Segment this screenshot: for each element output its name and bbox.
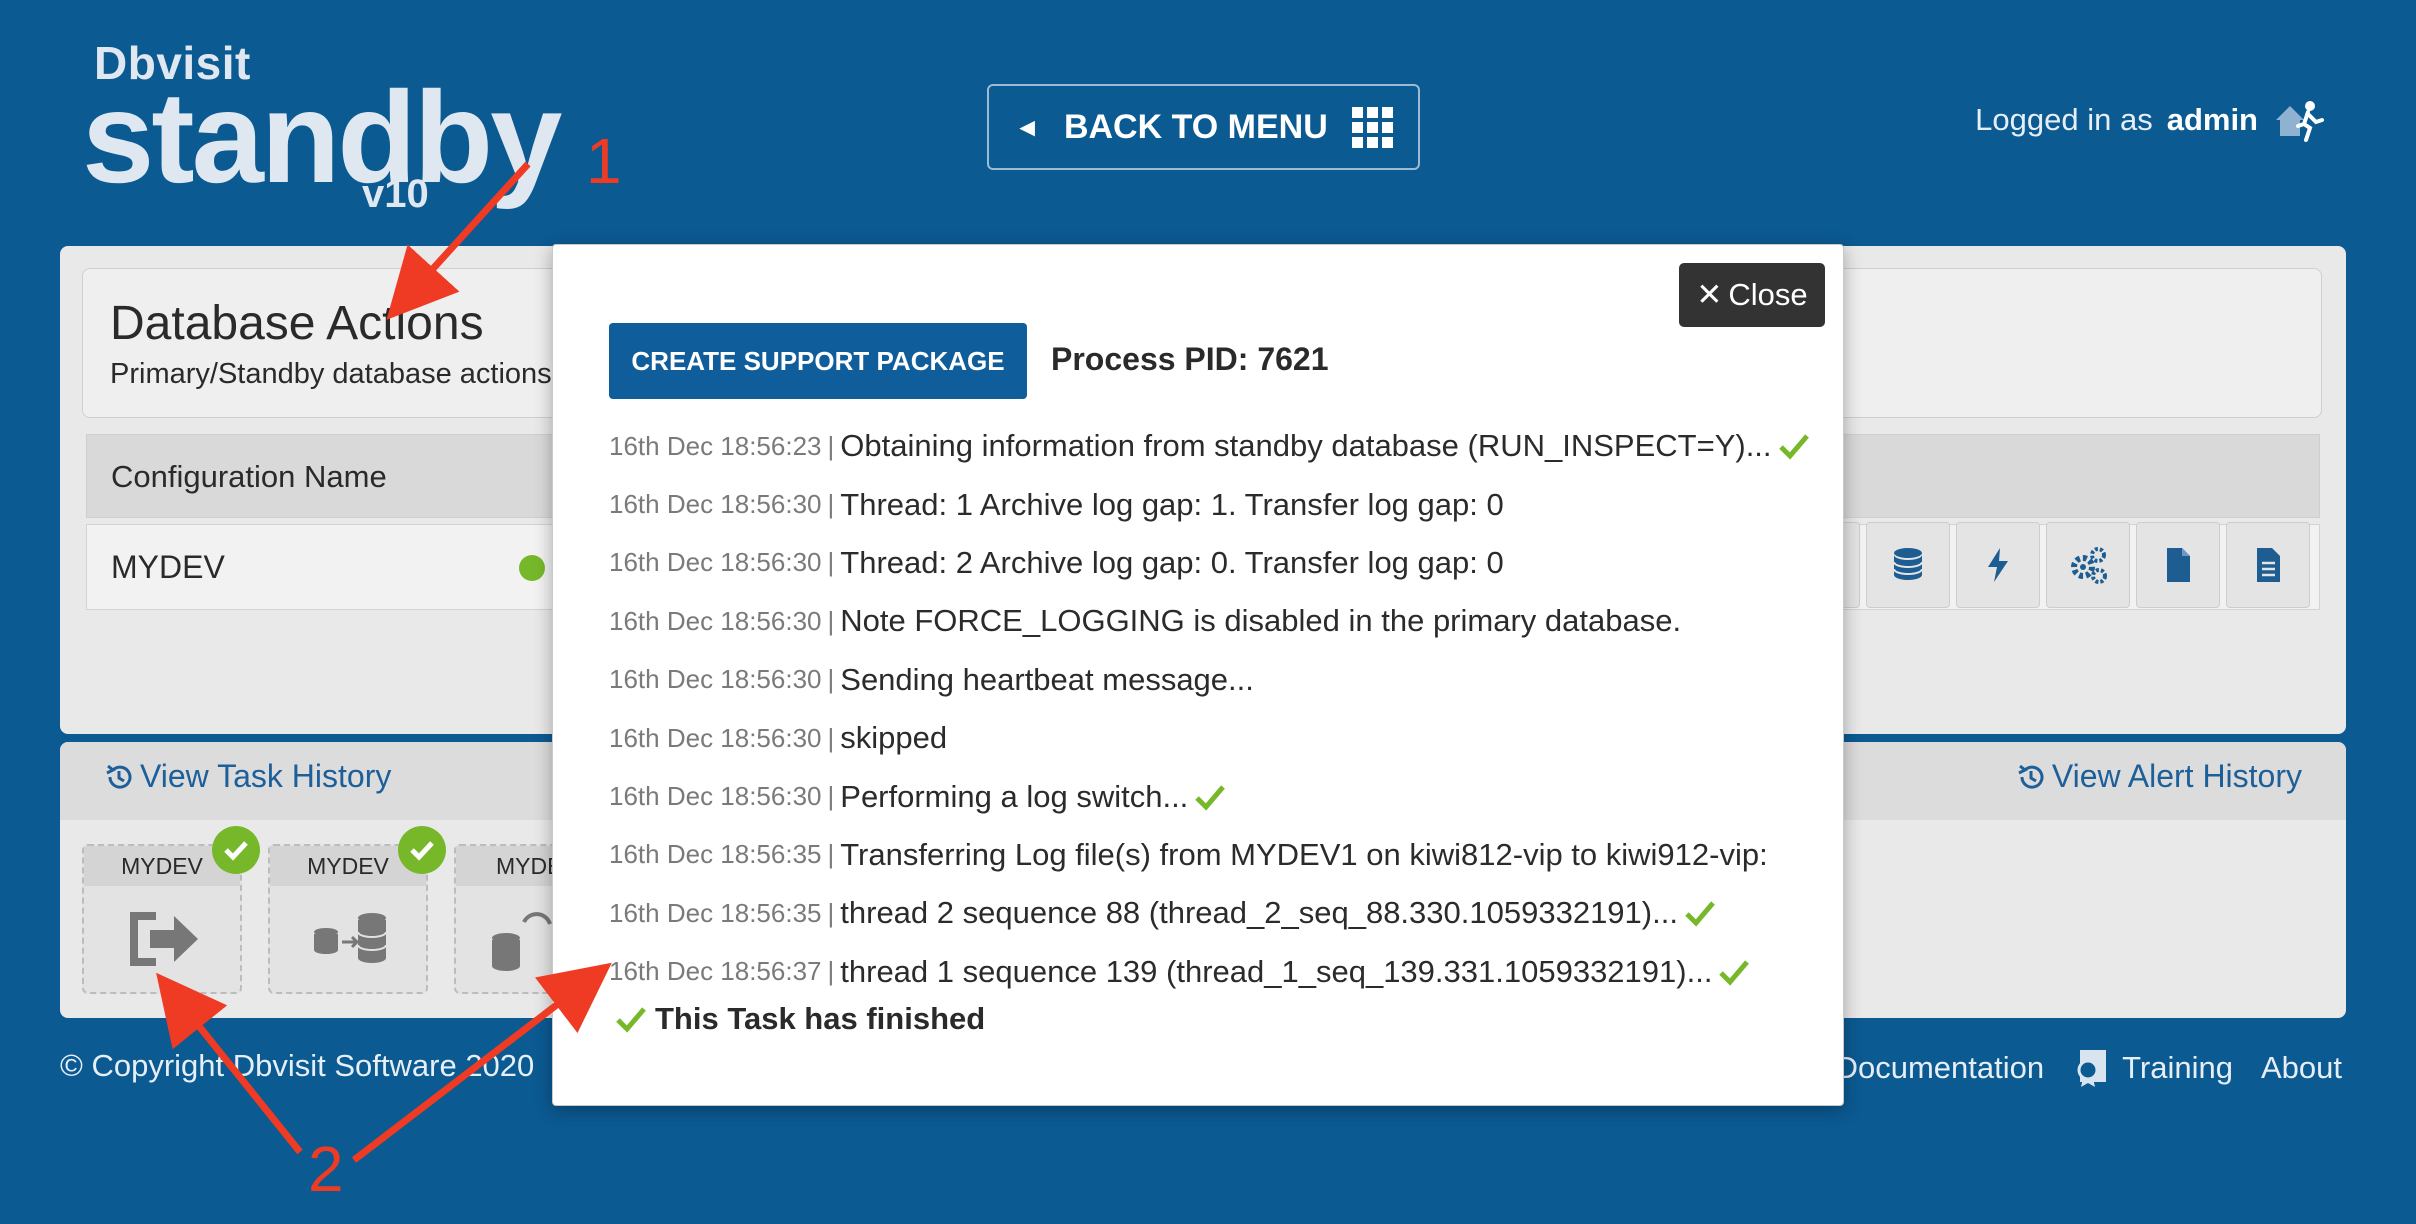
logo-version: v10 [362, 172, 429, 216]
log-timestamp: 16th Dec 18:56:35 [609, 839, 822, 870]
logo-product: standby [82, 64, 562, 210]
annotation-number: 1 [586, 125, 622, 197]
check-icon [1685, 901, 1715, 927]
view-alert-history-label: View Alert History [2051, 758, 2302, 794]
back-to-menu-button[interactable]: ◄ BACK TO MENU [987, 84, 1420, 170]
sign-out-icon [130, 912, 198, 966]
log-timestamp: 16th Dec 18:56:30 [609, 489, 822, 520]
log-separator: | [827, 430, 835, 461]
document-lines-icon [2257, 548, 2280, 582]
log-message: Thread: 2 Archive log gap: 0. Transfer l… [840, 544, 1504, 580]
log-line: 16th Dec 18:56:35 | thread 2 sequence 88 (… [609, 884, 1829, 942]
log-timestamp: 16th Dec 18:56:35 [609, 897, 822, 928]
task-success-check-icon [212, 826, 260, 874]
log-separator: | [827, 839, 835, 870]
lightning-icon [1988, 548, 2008, 582]
log-separator: | [827, 722, 835, 753]
view-task-history-link[interactable]: View Task History [104, 758, 391, 795]
log-separator: | [827, 956, 835, 987]
check-icon [1778, 434, 1809, 460]
status-indicator [519, 555, 545, 581]
check-icon [1195, 784, 1226, 811]
database-icon [1893, 548, 1923, 580]
log-action-button[interactable] [2226, 522, 2310, 608]
create-support-package-button[interactable]: CREATE SUPPORT PACKAGE [609, 323, 1027, 399]
grid-menu-icon [1351, 106, 1393, 148]
settings-action-button[interactable] [2046, 522, 2130, 608]
task-log: 16th Dec 18:56:23 | Obtaining information … [609, 417, 1829, 1001]
view-task-history-label: View Task History [140, 758, 392, 794]
task-success-check-icon [398, 826, 446, 874]
log-timestamp: 16th Dec 18:56:30 [609, 547, 822, 578]
history-icon [2018, 764, 2044, 789]
log-message: skipped [840, 720, 948, 756]
document-action-button[interactable] [2136, 522, 2220, 608]
log-timestamp: 16th Dec 18:56:30 [609, 605, 822, 636]
log-separator: | [827, 547, 835, 578]
log-line: 16th Dec 18:56:30 | Performing a log switc… [609, 767, 1829, 825]
log-message: Thread: 1 Archive log gap: 1. Transfer l… [840, 486, 1504, 522]
page-title: Database Actions [110, 297, 484, 350]
column-header-configuration-name: Configuration Name [111, 459, 387, 494]
back-to-menu-label: BACK TO MENU [1063, 107, 1328, 146]
training-link[interactable]: Training [2072, 1048, 2233, 1088]
history-icon [106, 764, 132, 789]
log-line: 16th Dec 18:56:30 | Sending heartbeat mess… [609, 651, 1829, 709]
annotation-number: 2 [308, 1133, 344, 1205]
task-finished-label: This Task has finished [655, 1001, 986, 1036]
page-subtitle: Primary/Standby database actions [110, 358, 552, 390]
log-separator: | [827, 664, 835, 695]
close-label: Close [1728, 277, 1808, 312]
training-label: Training [2122, 1050, 2233, 1085]
log-message: Note FORCE_LOGGING is disabled in the pr… [840, 603, 1682, 639]
log-message: Performing a log switch... [840, 778, 1189, 814]
logged-in-label: Logged in as [1975, 102, 2153, 137]
db-transfer-icon [314, 913, 387, 963]
log-line: 16th Dec 18:56:30 | Thread: 1 Archive log … [609, 475, 1829, 533]
log-line: 16th Dec 18:56:37 | thread 1 sequence 139 … [609, 943, 1829, 1001]
log-timestamp: 16th Dec 18:56:37 [609, 956, 822, 987]
about-link[interactable]: About [2261, 1050, 2342, 1086]
certificate-icon [2077, 1050, 2107, 1087]
database-action-button[interactable] [1866, 522, 1950, 608]
log-line: 16th Dec 18:56:35 | Transferring Log file(… [609, 826, 1829, 884]
log-separator: | [827, 897, 835, 928]
lightning-action-button[interactable] [1956, 522, 2040, 608]
process-pid: Process PID: 7621 [1051, 341, 1329, 377]
log-timestamp: 16th Dec 18:56:30 [609, 781, 822, 812]
view-alert-history-link[interactable]: View Alert History [2016, 758, 2302, 795]
task-finished-message: This Task has finished [609, 1001, 985, 1037]
log-line: 16th Dec 18:56:23 | Obtaining information … [609, 417, 1829, 475]
username: admin [2166, 102, 2258, 137]
log-message: Obtaining information from standby datab… [840, 428, 1772, 464]
task-log-modal: ✕ Close CREATE SUPPORT PACKAGE Process P… [552, 244, 1844, 1106]
log-line: 16th Dec 18:56:30 | Thread: 2 Archive log … [609, 534, 1829, 592]
check-icon [616, 1007, 646, 1033]
log-separator: | [827, 489, 835, 520]
log-line: 16th Dec 18:56:30 | skipped [609, 709, 1829, 767]
gears-icon [2071, 547, 2107, 584]
copyright: © Copyright Dbvisit Software 2020 [60, 1048, 535, 1083]
log-separator: | [827, 605, 835, 636]
close-icon: ✕ [1696, 277, 1723, 312]
log-message: Sending heartbeat message... [840, 661, 1254, 697]
log-line: 16th Dec 18:56:30 | Note FORCE_LOGGING is … [609, 592, 1829, 650]
log-message: thread 1 sequence 139 (thread_1_seq_139.… [840, 953, 1713, 989]
logout-icon[interactable] [2272, 96, 2324, 144]
log-timestamp: 16th Dec 18:56:30 [609, 722, 822, 753]
log-timestamp: 16th Dec 18:56:30 [609, 664, 822, 695]
configuration-name: MYDEV [111, 549, 225, 585]
action-icon-bar [1830, 522, 2310, 608]
log-message: thread 2 sequence 88 (thread_2_seq_88.33… [840, 895, 1678, 931]
back-arrow-icon: ◄ [1014, 111, 1040, 142]
footer-links: Documentation Training About [1836, 1048, 2342, 1088]
log-separator: | [827, 781, 835, 812]
log-message: Transferring Log file(s) from MYDEV1 on … [840, 836, 1768, 872]
check-icon [1719, 960, 1750, 986]
log-timestamp: 16th Dec 18:56:23 [609, 430, 822, 461]
document-icon [2167, 548, 2190, 582]
close-button[interactable]: ✕ Close [1679, 263, 1825, 327]
documentation-link[interactable]: Documentation [1836, 1050, 2045, 1086]
login-status: Logged in as admin [1975, 96, 2324, 144]
